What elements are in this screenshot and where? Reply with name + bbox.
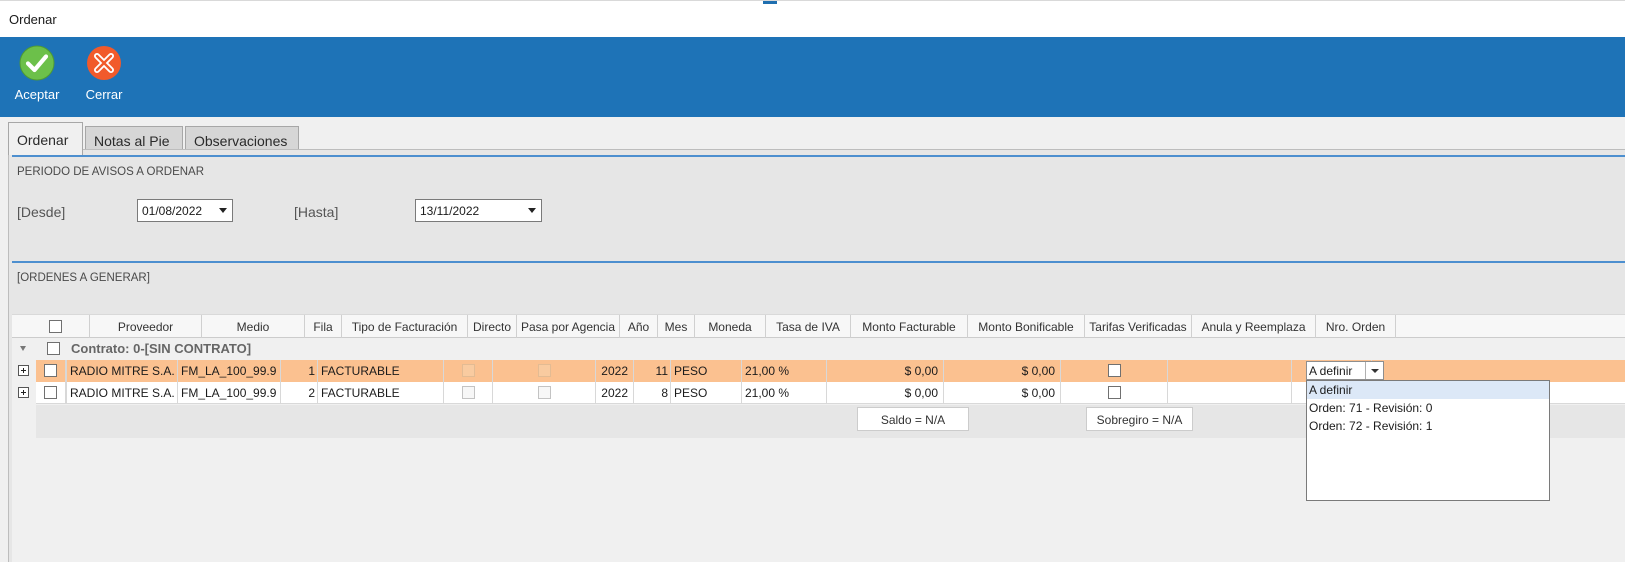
accept-button[interactable]: Aceptar	[7, 45, 67, 105]
cell-anula-reemplaza[interactable]	[1168, 382, 1292, 404]
desde-date-picker[interactable]: 01/08/2022	[137, 199, 233, 222]
desde-label: [Desde]	[17, 204, 66, 220]
table-row[interactable]: RADIO MITRE S.A. FM_LA_100_99.9 1 FACTUR…	[18, 360, 1625, 382]
desde-date-value: 01/08/2022	[142, 204, 203, 218]
accept-label: Aceptar	[14, 87, 60, 102]
close-circle-icon	[87, 46, 121, 80]
cell-mes[interactable]: 8	[634, 382, 671, 404]
cell-tipo[interactable]: FACTURABLE	[318, 382, 444, 404]
cell-tasa-iva[interactable]: 21,00 %	[742, 382, 827, 404]
header-moneda[interactable]: Moneda	[695, 315, 766, 338]
cell-moneda[interactable]: PESO	[671, 360, 742, 382]
cell-pasa-agencia	[493, 382, 596, 404]
cell-proveedor[interactable]: RADIO MITRE S.A.	[66, 360, 178, 382]
header-anula-reemplaza[interactable]: Anula y Reemplaza	[1192, 315, 1316, 338]
hasta-date-picker[interactable]: 13/11/2022	[415, 199, 542, 222]
cell-medio[interactable]: FM_LA_100_99.9	[178, 382, 281, 404]
cell-proveedor[interactable]: RADIO MITRE S.A.	[66, 382, 178, 404]
cell-tipo[interactable]: FACTURABLE	[318, 360, 444, 382]
window-title: Ordenar	[9, 12, 57, 27]
header-mes[interactable]: Mes	[658, 315, 695, 338]
pasa-agencia-checkbox	[537, 364, 551, 378]
saldo-summary: Saldo = N/A	[857, 407, 969, 431]
header-tipo-facturacion[interactable]: Tipo de Facturación	[342, 315, 468, 338]
cell-monto-facturable[interactable]: $ 0,00	[827, 382, 944, 404]
tarifas-checkbox[interactable]	[1107, 386, 1121, 400]
header-select-all	[12, 315, 90, 338]
cell-pasa-agencia	[493, 360, 596, 382]
cell-anula-reemplaza[interactable]	[1168, 360, 1292, 382]
dropdown-option[interactable]: A definir	[1307, 381, 1549, 399]
tab-ordenar[interactable]: Ordenar	[8, 122, 83, 155]
sobregiro-summary: Sobregiro = N/A	[1086, 407, 1193, 431]
expand-row-icon[interactable]	[18, 387, 29, 398]
cell-tarifas-verificadas	[1061, 382, 1168, 404]
nro-orden-combo[interactable]: A definir	[1306, 361, 1384, 380]
header-tarifas-verificadas[interactable]: Tarifas Verificadas	[1085, 315, 1192, 338]
cell-directo	[444, 360, 493, 382]
cell-anio[interactable]: 2022	[596, 382, 634, 404]
header-monto-bonificable[interactable]: Monto Bonificable	[968, 315, 1085, 338]
header-monto-facturable[interactable]: Monto Facturable	[851, 315, 968, 338]
header-proveedor[interactable]: Proveedor	[90, 315, 202, 338]
chevron-down-icon[interactable]	[1365, 362, 1383, 379]
chevron-down-icon[interactable]	[528, 208, 536, 213]
header-tasa-iva[interactable]: Tasa de IVA	[766, 315, 851, 338]
group-row-contrato[interactable]: Contrato: 0-[SIN CONTRATO]	[12, 338, 1625, 360]
cell-anio[interactable]: 2022	[596, 360, 634, 382]
titlebar-accent	[763, 1, 777, 4]
group-label: Contrato: 0-[SIN CONTRATO]	[71, 341, 252, 356]
hasta-label: [Hasta]	[294, 204, 339, 220]
cell-mes[interactable]: 11	[634, 360, 671, 382]
ribbon-toolbar: Aceptar Cerrar	[0, 37, 1625, 117]
cell-moneda[interactable]: PESO	[671, 382, 742, 404]
close-label: Cerrar	[85, 87, 123, 102]
cell-monto-bonificable[interactable]: $ 0,00	[944, 360, 1061, 382]
header-directo[interactable]: Directo	[468, 315, 517, 338]
cell-monto-facturable[interactable]: $ 0,00	[827, 360, 944, 382]
header-nro-orden[interactable]: Nro. Orden	[1316, 315, 1396, 338]
row-select-cell	[36, 382, 66, 404]
expand-row-icon[interactable]	[18, 365, 29, 376]
chevron-down-icon[interactable]	[219, 208, 227, 213]
cell-fila[interactable]: 1	[281, 360, 318, 382]
header-medio[interactable]: Medio	[202, 315, 305, 338]
hasta-date-value: 13/11/2022	[420, 204, 480, 218]
group-checkbox[interactable]	[47, 342, 60, 355]
nro-orden-combo-value: A definir	[1309, 364, 1353, 378]
row-select-cell	[36, 360, 66, 382]
close-button[interactable]: Cerrar	[74, 45, 134, 105]
dropdown-option[interactable]: Orden: 72 - Revisión: 1	[1307, 417, 1549, 435]
row-checkbox[interactable]	[44, 364, 57, 378]
dropdown-option[interactable]: Orden: 71 - Revisión: 0	[1307, 399, 1549, 417]
pasa-agencia-checkbox	[537, 386, 551, 400]
periodo-title: PERIODO DE AVISOS A ORDENAR	[17, 166, 205, 178]
row-checkbox[interactable]	[44, 386, 57, 400]
cell-medio[interactable]: FM_LA_100_99.9	[178, 360, 281, 382]
nro-orden-dropdown: A definir Orden: 71 - Revisión: 0 Orden:…	[1306, 380, 1550, 501]
cell-tarifas-verificadas	[1061, 360, 1168, 382]
select-all-checkbox[interactable]	[49, 320, 62, 334]
directo-checkbox	[461, 364, 475, 378]
header-anio[interactable]: Año	[620, 315, 658, 338]
directo-checkbox	[461, 386, 475, 400]
periodo-group: PERIODO DE AVISOS A ORDENAR [Desde] 01/0…	[12, 155, 1625, 261]
header-pasa-por-agencia[interactable]: Pasa por Agencia	[517, 315, 620, 338]
cell-monto-bonificable[interactable]: $ 0,00	[944, 382, 1061, 404]
collapse-triangle-icon[interactable]	[20, 346, 26, 351]
cell-directo	[444, 382, 493, 404]
ordenes-title: [ORDENES A GENERAR]	[17, 272, 150, 284]
cell-tasa-iva[interactable]: 21,00 %	[742, 360, 827, 382]
tarifas-checkbox[interactable]	[1107, 364, 1121, 378]
check-circle-icon	[19, 45, 55, 81]
header-fila[interactable]: Fila	[305, 315, 342, 338]
grid-header: Proveedor Medio Fila Tipo de Facturación…	[12, 314, 1625, 338]
window-titlebar: Ordenar	[0, 0, 1625, 37]
cell-fila[interactable]: 2	[281, 382, 318, 404]
